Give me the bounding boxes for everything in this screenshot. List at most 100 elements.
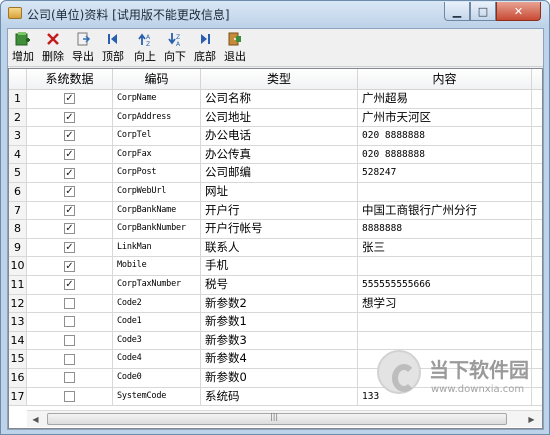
code-cell[interactable]: CorpWebUrl [113, 183, 201, 202]
table-row[interactable]: 9 ✓ LinkMan 联系人 张三 [9, 238, 542, 258]
type-cell[interactable]: 公司邮编 [201, 164, 358, 183]
system-data-checkbox[interactable] [64, 372, 75, 384]
row-number[interactable]: 11 [9, 276, 27, 295]
system-data-cell[interactable] [27, 331, 113, 351]
code-cell[interactable]: CorpPost [113, 164, 201, 183]
content-cell[interactable] [358, 183, 532, 202]
system-data-checkbox[interactable]: ✓ [64, 111, 75, 123]
system-data-checkbox[interactable] [64, 390, 75, 402]
type-cell[interactable]: 新参数2 [201, 294, 358, 314]
title-bar[interactable]: 公司(单位)资料 [试用版不能更改信息] ▁ □ ✕ [1, 1, 549, 27]
system-data-cell[interactable]: ✓ [27, 201, 113, 221]
scroll-right-arrow-icon[interactable]: ▶ [523, 411, 540, 427]
system-data-cell[interactable]: ✓ [27, 220, 113, 239]
type-cell[interactable]: 新参数4 [201, 350, 358, 369]
top-button[interactable]: 顶部 [102, 31, 124, 65]
code-cell[interactable]: CorpTel [113, 127, 201, 146]
system-data-cell[interactable] [27, 387, 113, 407]
type-cell[interactable]: 新参数1 [201, 313, 358, 332]
system-data-cell[interactable]: ✓ [27, 276, 113, 295]
code-cell[interactable]: Code1 [113, 313, 201, 332]
table-row[interactable]: 10 ✓ Mobile 手机 [9, 257, 542, 276]
type-cell[interactable]: 联系人 [201, 238, 358, 258]
scroll-left-arrow-icon[interactable]: ◀ [27, 411, 44, 427]
system-data-checkbox[interactable]: ✓ [64, 186, 75, 198]
content-cell[interactable] [358, 257, 532, 276]
row-number[interactable]: 17 [9, 387, 27, 407]
system-data-checkbox[interactable] [64, 335, 75, 347]
row-number[interactable]: 4 [9, 145, 27, 165]
system-data-cell[interactable]: ✓ [27, 90, 113, 109]
code-cell[interactable]: CorpTaxNumber [113, 276, 201, 295]
header-code[interactable]: 编码 [113, 69, 201, 90]
table-row[interactable]: 12 Code2 新参数2 想学习 [9, 294, 542, 314]
row-number[interactable]: 6 [9, 183, 27, 202]
close-button[interactable]: ✕ [496, 2, 541, 21]
add-button[interactable]: 增加 [12, 31, 34, 65]
type-cell[interactable]: 办公电话 [201, 127, 358, 146]
type-cell[interactable]: 税号 [201, 276, 358, 295]
bottom-button[interactable]: 底部 [194, 31, 216, 65]
content-cell[interactable]: 广州超易 [358, 90, 532, 109]
content-cell[interactable]: 020 8888888 [358, 145, 532, 165]
header-content[interactable]: 内容 [358, 69, 532, 90]
system-data-cell[interactable]: ✓ [27, 164, 113, 183]
code-cell[interactable]: Code2 [113, 294, 201, 314]
maximize-button[interactable]: □ [470, 2, 496, 21]
row-number[interactable]: 5 [9, 164, 27, 183]
content-cell[interactable] [358, 313, 532, 332]
system-data-checkbox[interactable]: ✓ [64, 204, 75, 216]
row-number[interactable]: 2 [9, 108, 27, 128]
table-row[interactable]: 11 ✓ CorpTaxNumber 税号 555555555666 [9, 276, 542, 295]
exit-button[interactable]: 退出 [224, 31, 246, 65]
row-number[interactable]: 16 [9, 369, 27, 388]
type-cell[interactable]: 开户行帐号 [201, 220, 358, 239]
code-cell[interactable]: Code4 [113, 350, 201, 369]
row-number[interactable]: 10 [9, 257, 27, 276]
system-data-cell[interactable]: ✓ [27, 127, 113, 146]
content-cell[interactable] [358, 369, 532, 388]
down-button[interactable]: ZA 向下 [164, 31, 186, 65]
table-row[interactable]: 1 ✓ CorpName 公司名称 广州超易 [9, 90, 542, 109]
type-cell[interactable]: 新参数3 [201, 331, 358, 351]
system-data-checkbox[interactable]: ✓ [64, 279, 75, 291]
system-data-checkbox[interactable]: ✓ [64, 242, 75, 254]
row-number[interactable]: 3 [9, 127, 27, 146]
system-data-checkbox[interactable]: ✓ [64, 167, 75, 179]
system-data-cell[interactable]: ✓ [27, 145, 113, 165]
code-cell[interactable]: CorpName [113, 90, 201, 109]
system-data-checkbox[interactable] [64, 297, 75, 309]
content-cell[interactable]: 想学习 [358, 294, 532, 314]
table-row[interactable]: 2 ✓ CorpAddress 公司地址 广州市天河区 [9, 108, 542, 128]
delete-button[interactable]: 删除 [42, 31, 64, 65]
table-row[interactable]: 17 SystemCode 系统码 133 [9, 387, 542, 407]
code-cell[interactable]: CorpBankName [113, 201, 201, 221]
code-cell[interactable]: Code0 [113, 369, 201, 388]
system-data-cell[interactable]: ✓ [27, 183, 113, 202]
table-row[interactable]: 4 ✓ CorpFax 办公传真 020 8888888 [9, 145, 542, 165]
code-cell[interactable]: CorpBankNumber [113, 220, 201, 239]
system-data-cell[interactable]: ✓ [27, 257, 113, 276]
code-cell[interactable]: CorpAddress [113, 108, 201, 128]
table-row[interactable]: 6 ✓ CorpWebUrl 网址 [9, 183, 542, 202]
code-cell[interactable]: Mobile [113, 257, 201, 276]
type-cell[interactable]: 网址 [201, 183, 358, 202]
scroll-thumb[interactable]: ||| [47, 412, 507, 425]
content-cell[interactable]: 555555555666 [358, 276, 532, 295]
row-number[interactable]: 8 [9, 220, 27, 239]
table-row[interactable]: 5 ✓ CorpPost 公司邮编 528247 [9, 164, 542, 183]
content-cell[interactable]: 133 [358, 387, 532, 407]
system-data-cell[interactable] [27, 369, 113, 388]
code-cell[interactable]: LinkMan [113, 238, 201, 258]
type-cell[interactable]: 公司地址 [201, 108, 358, 128]
content-cell[interactable]: 8888888 [358, 220, 532, 239]
header-type[interactable]: 类型 [201, 69, 358, 90]
content-cell[interactable]: 中国工商银行广州分行 [358, 201, 532, 221]
table-row[interactable]: 14 Code3 新参数3 [9, 331, 542, 351]
header-system-data[interactable]: 系统数据 [27, 69, 113, 90]
up-button[interactable]: AZ 向上 [134, 31, 156, 65]
system-data-checkbox[interactable] [64, 316, 75, 328]
row-number[interactable]: 1 [9, 90, 27, 109]
system-data-cell[interactable]: ✓ [27, 108, 113, 128]
code-cell[interactable]: Code3 [113, 331, 201, 351]
